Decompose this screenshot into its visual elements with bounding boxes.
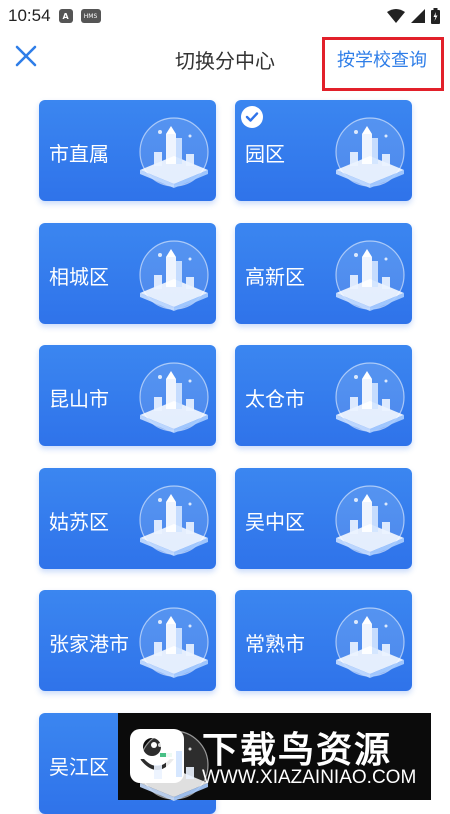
center-card-label: 高新区 xyxy=(245,264,305,289)
center-card[interactable]: 姑苏区 xyxy=(39,467,216,569)
wifi-icon xyxy=(387,9,405,23)
city-globe-icon xyxy=(130,357,212,439)
center-card[interactable]: 相城区 xyxy=(39,222,216,324)
center-card-label: 太仓市 xyxy=(245,387,305,411)
center-card-label: 吴江区 xyxy=(49,754,109,779)
battery-icon xyxy=(431,8,440,24)
center-card[interactable]: 吴中区 xyxy=(235,467,412,569)
center-card[interactable]: 太仓市 xyxy=(235,345,412,446)
center-card-label: 相城区 xyxy=(49,264,109,289)
search-by-school-button[interactable]: 按学校查询 xyxy=(337,46,427,72)
center-card[interactable]: 高新区 xyxy=(235,222,412,324)
center-card-label: 昆山市 xyxy=(49,387,109,411)
status-time: 10:54 xyxy=(8,6,51,25)
center-card-label: 市直属 xyxy=(49,142,109,166)
city-globe-icon xyxy=(130,235,212,317)
city-globe-icon xyxy=(326,602,408,684)
center-card-label: 张家港市 xyxy=(49,632,129,656)
city-globe-icon xyxy=(130,725,212,807)
city-globe-icon xyxy=(326,480,408,562)
city-globe-icon xyxy=(130,112,212,194)
center-card-label: 园区 xyxy=(245,142,285,166)
a-notification-icon: A xyxy=(58,9,73,23)
center-card-label: 常熟市 xyxy=(245,632,305,656)
city-globe-icon xyxy=(130,480,212,562)
hms-icon: HMS xyxy=(80,9,101,23)
city-globe-icon xyxy=(326,112,408,194)
status-bar: 10:54 A HMS xyxy=(0,0,450,32)
center-card[interactable]: 常熟市 xyxy=(235,590,412,691)
city-globe-icon xyxy=(130,602,212,684)
watermark-url: WWW.XIAZAINIAO.COM xyxy=(202,767,417,788)
center-card-label: 吴中区 xyxy=(245,509,305,534)
city-globe-icon xyxy=(326,235,408,317)
center-card[interactable]: 昆山市 xyxy=(39,345,216,446)
watermark-title: 下载鸟资源 xyxy=(202,730,393,771)
center-card[interactable]: 市直属 xyxy=(39,100,216,201)
selected-check-icon xyxy=(241,106,263,128)
center-card[interactable]: 园区 xyxy=(235,100,412,201)
center-card-label: 姑苏区 xyxy=(49,509,109,534)
signal-icon xyxy=(411,9,425,23)
center-card[interactable]: 张家港市 xyxy=(39,590,216,691)
city-globe-icon xyxy=(326,357,408,439)
